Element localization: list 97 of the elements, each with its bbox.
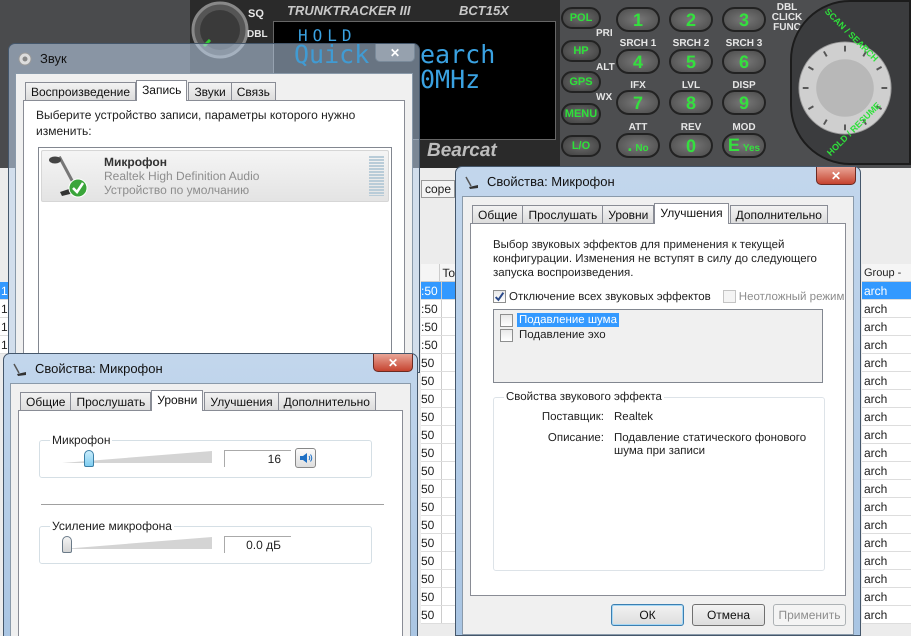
key-label: SRCH 2 [672, 38, 710, 49]
device-item[interactable]: Микрофон Realtek High Definition Audio Устройство по умолчанию [41, 150, 389, 202]
table-cell: arch [862, 444, 911, 462]
device-driver: Realtek High Definition Audio [104, 169, 260, 183]
tab[interactable]: Запись [136, 80, 188, 101]
window-title: Звук [40, 51, 67, 66]
table-cell: arch [862, 336, 911, 354]
table-cell: arch [862, 516, 911, 534]
knob-label: DBL [247, 29, 268, 40]
table-cell: 1 [0, 282, 8, 300]
checkbox[interactable] [500, 314, 513, 326]
table-cell: arch [862, 408, 911, 426]
device-name: Микрофон [104, 155, 168, 169]
mute-button[interactable] [295, 448, 316, 468]
checkbox[interactable] [493, 290, 506, 303]
key-label: ALT [596, 62, 615, 73]
slider-thumb[interactable] [62, 536, 72, 553]
table-cell: arch [862, 588, 911, 606]
tab[interactable]: Связь [230, 82, 276, 100]
table-cell: arch [862, 372, 911, 390]
group-label: Усиление микрофона [51, 519, 173, 533]
table-cell: arch [862, 426, 911, 444]
value-field[interactable]: 0.0 дБ [224, 536, 291, 552]
key-label: MOD [731, 122, 757, 133]
table-cell: arch [862, 552, 911, 570]
checkbox-label: Неотложный режим [738, 290, 844, 302]
brand-logo: Bearcat [427, 140, 497, 162]
tab[interactable]: Улучшения [654, 203, 729, 224]
property-value: Realtek [614, 411, 654, 424]
scanner-button[interactable]: MENU [561, 103, 601, 125]
description-text: Выбор звуковых эффектов для применения к текущей конфигурации. Изменения не вступят в силу до следующего запуска воспроизведения. [493, 238, 818, 280]
key-label: LVL [680, 80, 702, 91]
key-label: SRCH 3 [724, 38, 764, 49]
window-title: Свойства: Микрофон [487, 174, 615, 189]
key-label: DBL CLICK FUNC [771, 3, 803, 33]
table-cell: arch [862, 606, 911, 624]
device-status: Устройство по умолчанию [104, 183, 250, 197]
tab[interactable]: cope [421, 180, 456, 198]
table-cell: arch [862, 498, 911, 516]
table-cell: arch [862, 480, 911, 498]
property-label: Поставщик: [540, 411, 604, 424]
tab[interactable]: Дополнительно [278, 392, 376, 410]
table-cell: arch [862, 390, 911, 408]
scanner-button[interactable]: GPS [561, 71, 601, 93]
table-cell: arch [862, 354, 911, 372]
key-label: IFX [629, 80, 647, 91]
scanner-button[interactable]: POL [561, 7, 601, 29]
level-meter [369, 156, 384, 196]
checkbox-label: Отключение всех звуковых эффектов [509, 290, 711, 302]
column-header: Group - [862, 264, 911, 282]
model-label: BCT15X [459, 3, 509, 18]
display-text: Quick [294, 43, 370, 67]
tab[interactable]: Уровни [602, 205, 654, 223]
checkbox[interactable] [500, 328, 513, 342]
table-cell: arch [862, 462, 911, 480]
dialog-button[interactable]: Отмена [692, 604, 765, 626]
window-title: Свойства: Микрофон [35, 361, 163, 376]
scanner-button[interactable]: L/O [561, 135, 601, 157]
dialog-button[interactable]: ОК [611, 604, 684, 626]
key-label: PRI [596, 28, 613, 39]
tab[interactable]: Прослушать [70, 392, 152, 410]
table-cell: 1 [0, 318, 8, 336]
slider-thumb[interactable] [84, 450, 94, 467]
tab[interactable]: Уровни [151, 390, 204, 411]
table-cell: arch [862, 282, 911, 300]
group-label: Свойства звукового эффекта [505, 391, 663, 403]
table-cell: 1 [0, 300, 8, 318]
table-cell: arch [862, 570, 911, 588]
table-cell: arch [862, 534, 911, 552]
key-label: ATT [628, 122, 648, 133]
display-text: earch [420, 43, 496, 67]
table-cell: arch [862, 300, 911, 318]
table-cell: arch [862, 318, 911, 336]
list-item[interactable]: Подавление эхо [517, 328, 608, 342]
tab[interactable]: Воспроизведение [25, 82, 136, 100]
tab[interactable]: Улучшения [204, 392, 279, 410]
key-label: DISP [731, 80, 757, 91]
key-label: WX [596, 92, 612, 103]
table-cell: 1 [0, 336, 8, 354]
display-text: HOLD [298, 28, 357, 44]
tab[interactable]: Дополнительно [730, 205, 828, 223]
property-value: Подавление статического фонового шума при записи [614, 432, 808, 458]
tab[interactable]: Общие [472, 205, 524, 223]
group-label: Микрофон [51, 433, 112, 447]
value-field[interactable]: 16 [224, 450, 291, 466]
key-label: REV [680, 122, 702, 133]
display-text: 0MHz [420, 68, 480, 92]
instruction-text: Выберите устройство записи, параметры которого нужно изменить: [36, 107, 356, 139]
table-header: To [421, 264, 455, 282]
scanner-button[interactable]: HP [561, 40, 601, 62]
key-label: SRCH 1 [618, 38, 658, 49]
tab[interactable]: Прослушать [522, 205, 604, 223]
knob-label: SQ [248, 8, 264, 20]
series-label: TRUNKTRACKER III [287, 3, 410, 18]
tab[interactable]: Общие [20, 392, 72, 410]
property-label: Описание: [546, 432, 604, 446]
tab[interactable]: Звуки [188, 82, 232, 100]
